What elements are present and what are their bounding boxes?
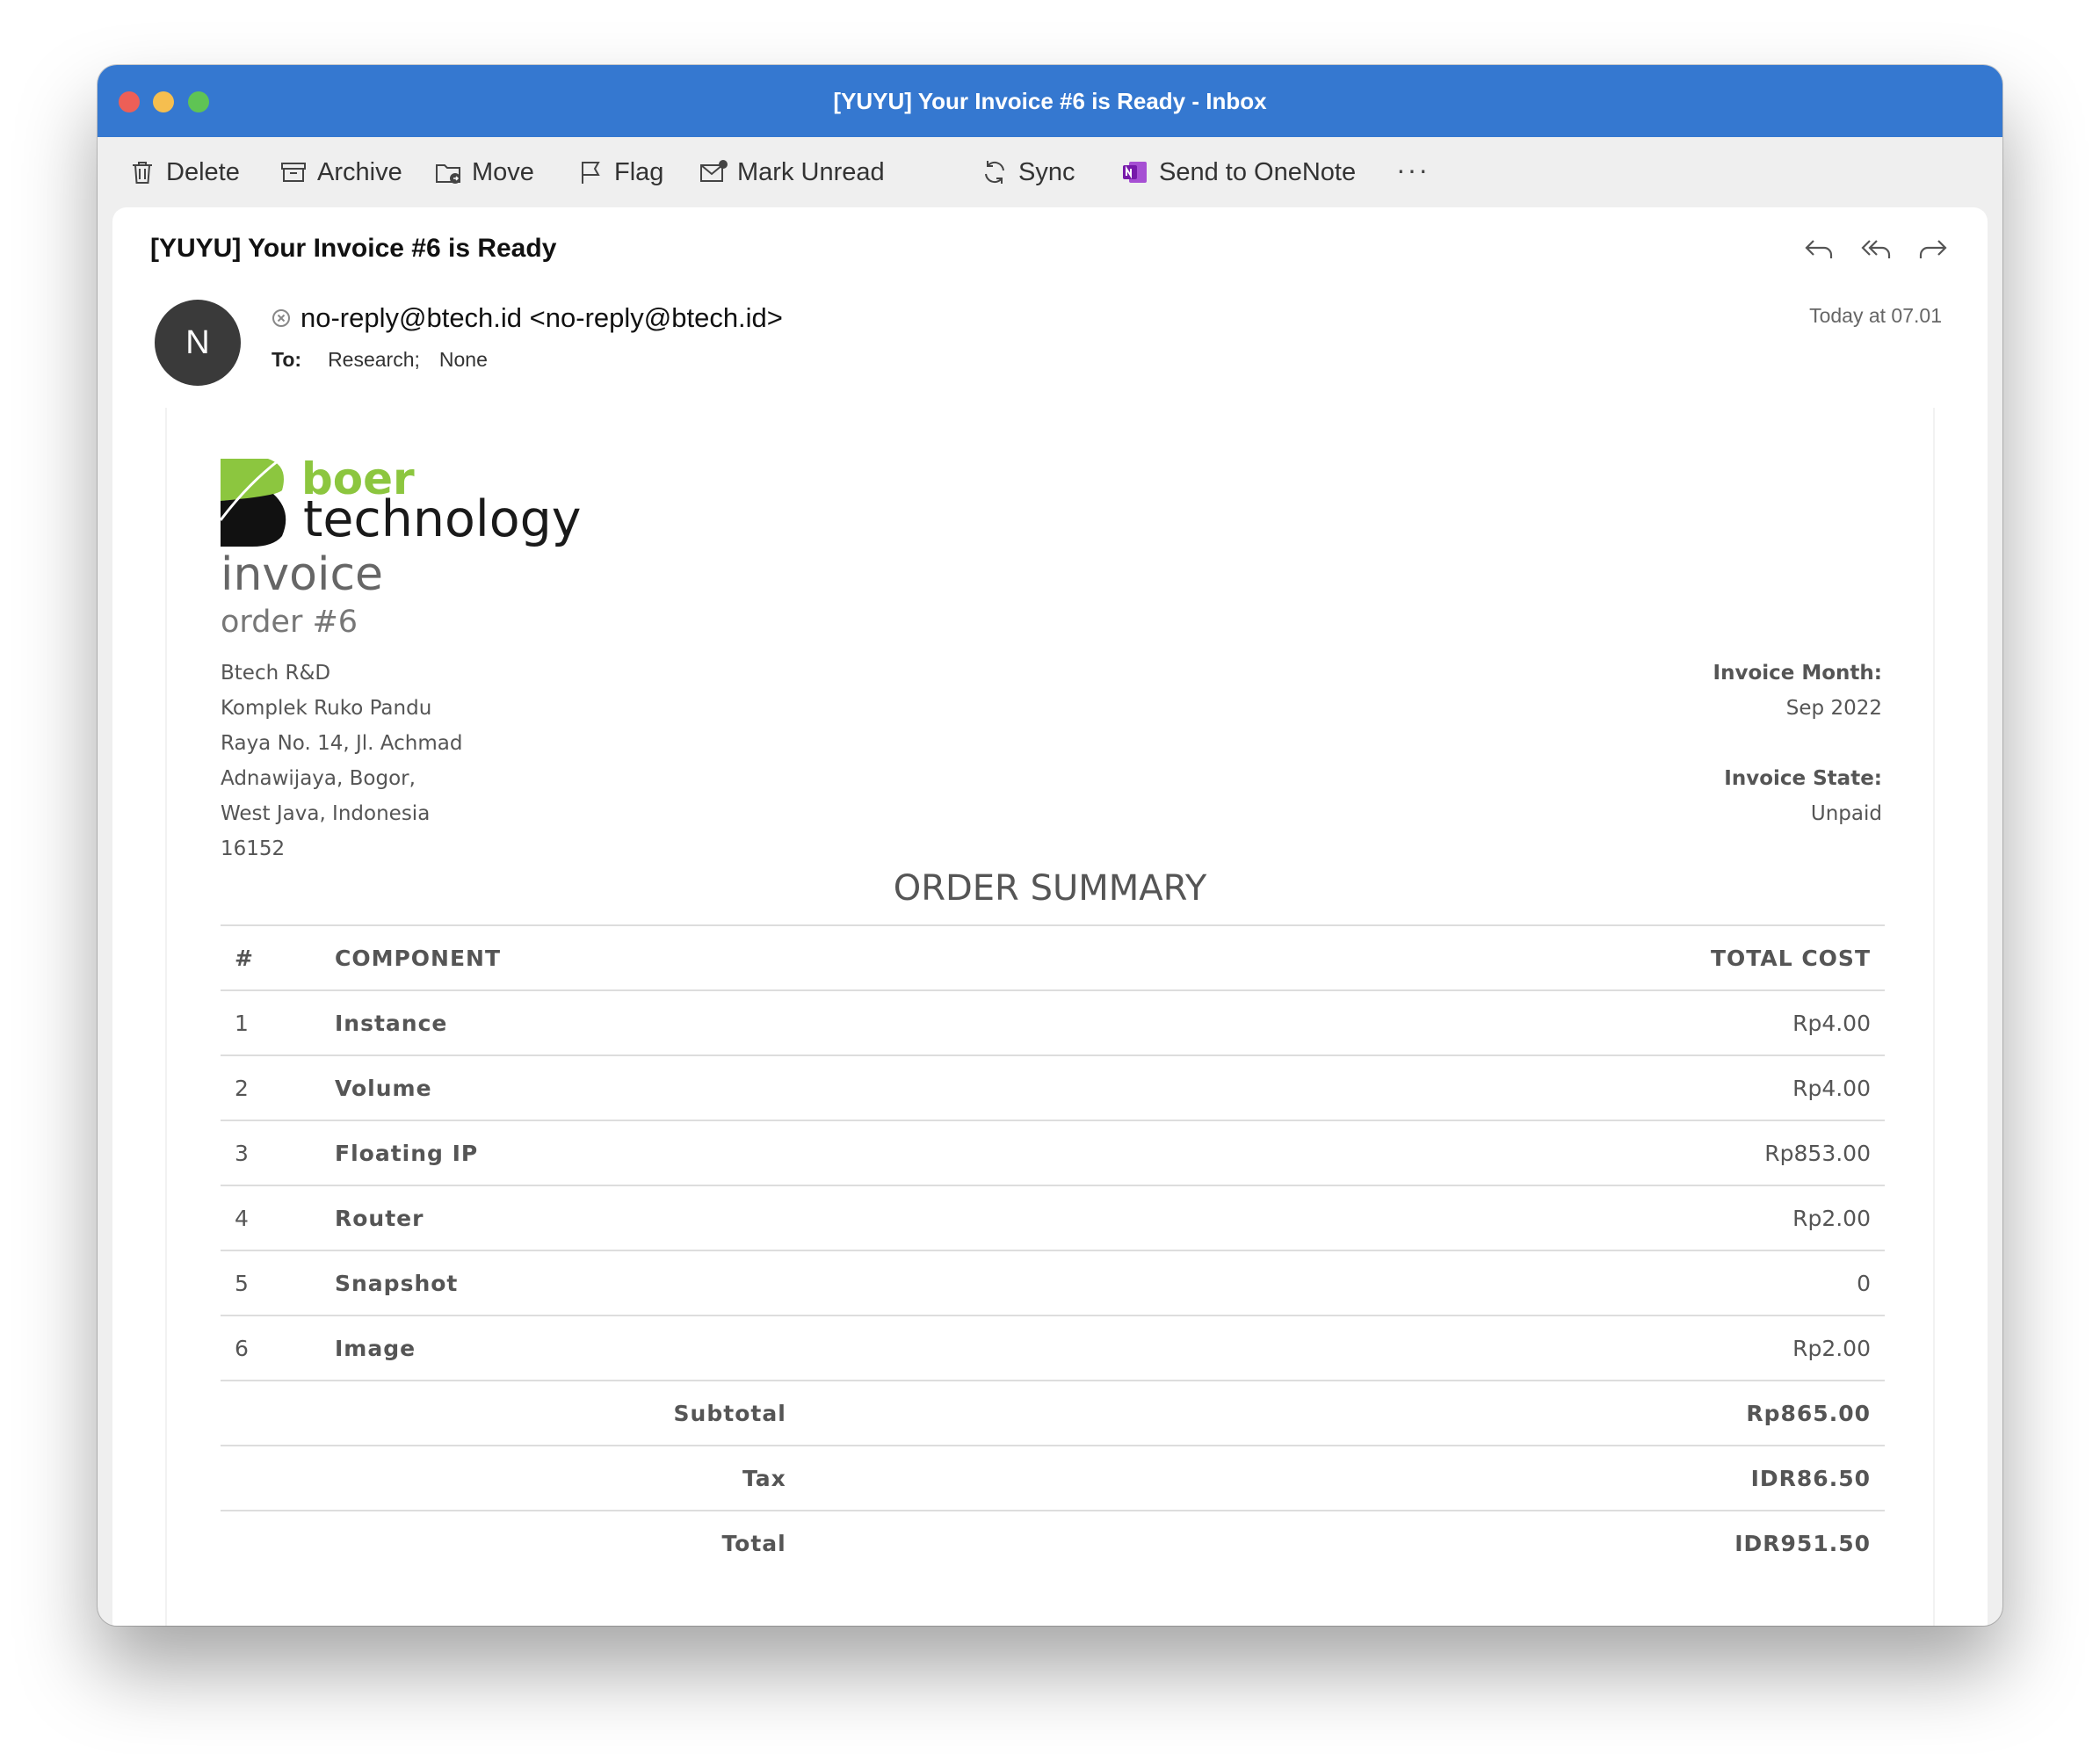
table-row: 6 Image Rp2.00: [221, 1315, 1885, 1381]
recipient[interactable]: None: [439, 348, 488, 372]
reply-icon[interactable]: [1801, 232, 1838, 267]
forward-icon[interactable]: [1914, 232, 1951, 267]
invoice-heading: invoice: [221, 548, 384, 601]
total-value: IDR951.50: [786, 1510, 1885, 1576]
address-line: 16152: [221, 837, 286, 860]
row-cost: 0: [786, 1250, 1885, 1316]
invoice-state-label: Invoice State:: [1724, 767, 1882, 790]
order-number: order #6: [221, 605, 358, 640]
archive-label: Archive: [317, 157, 402, 186]
row-number: 3: [221, 1120, 335, 1185]
reply-all-icon[interactable]: [1857, 232, 1894, 267]
row-component: Image: [335, 1315, 786, 1381]
flag-icon: [582, 162, 600, 184]
mail-window: [YUYU] Your Invoice #6 is Ready - Inbox …: [98, 65, 2002, 1626]
message-subject: [YUYU] Your Invoice #6 is Ready: [150, 234, 557, 263]
order-summary-title: ORDER SUMMARY: [893, 868, 1207, 909]
row-cost: Rp2.00: [786, 1315, 1885, 1381]
row-cost: Rp853.00: [786, 1120, 1885, 1185]
row-component: Volume: [335, 1055, 786, 1120]
archive-icon: [281, 163, 306, 182]
trash-icon: [133, 162, 152, 184]
sync-label: Sync: [1018, 157, 1075, 186]
recipient[interactable]: Research;: [328, 348, 420, 372]
window-title: [YUYU] Your Invoice #6 is Ready - Inbox: [833, 88, 1267, 114]
invoice-month-value: Sep 2022: [1785, 697, 1882, 720]
table-row: 2 Volume Rp4.00: [221, 1055, 1885, 1120]
table-row: 1 Instance Rp4.00: [221, 989, 1885, 1055]
logo-word-technology: technology: [303, 490, 582, 548]
table-row: 4 Router Rp2.00: [221, 1185, 1885, 1250]
mark-unread-button[interactable]: Mark Unread: [699, 137, 885, 207]
invoice-month-label: Invoice Month:: [1713, 662, 1882, 685]
column-header-number: #: [221, 924, 335, 990]
sync-icon: [985, 161, 1004, 184]
invoice-meta: Invoice Month: Sep 2022 Invoice State: U…: [1713, 656, 1882, 831]
reading-pane: [YUYU] Your Invoice #6 is Ready N no-rep…: [112, 207, 1988, 1626]
delete-button[interactable]: Delete: [127, 137, 240, 207]
more-options-button[interactable]: ···: [1396, 137, 1430, 207]
row-cost: Rp4.00: [786, 1055, 1885, 1120]
address-line: Raya No. 14, Jl. Achmad: [221, 732, 463, 755]
email-body: boer technology invoice order #6 Btech R…: [165, 408, 1935, 1626]
table-header-row: # COMPONENT TOTAL COST: [221, 924, 1885, 990]
leaf-logo-icon: [221, 459, 286, 547]
avatar: N: [155, 300, 241, 386]
tax-label: Tax: [335, 1445, 786, 1511]
onenote-label: Send to OneNote: [1159, 157, 1357, 186]
row-component: Snapshot: [335, 1250, 786, 1316]
row-number: 4: [221, 1185, 335, 1250]
order-summary-table: # COMPONENT TOTAL COST 1 Instance Rp4.00…: [221, 924, 1885, 1576]
envelope-unread-icon: [700, 160, 728, 182]
row-component: Floating IP: [335, 1120, 786, 1185]
move-button[interactable]: Move: [433, 137, 534, 207]
invoice-state-value: Unpaid: [1810, 802, 1882, 825]
title-bar: [YUYU] Your Invoice #6 is Ready - Inbox: [98, 65, 2002, 137]
send-to-onenote-button[interactable]: Send to OneNote: [1120, 137, 1356, 207]
total-row: Total IDR951.50: [221, 1510, 1885, 1576]
toolbar: Delete Archive Move Flag Mark Unread Syn…: [98, 137, 2002, 207]
flag-label: Flag: [614, 157, 664, 186]
row-cost: Rp2.00: [786, 1185, 1885, 1250]
table-row: 3 Floating IP Rp853.00: [221, 1120, 1885, 1185]
sender-line: no-reply@btech.id <no-reply@btech.id>: [271, 302, 783, 334]
mark-unread-label: Mark Unread: [737, 157, 885, 186]
sync-button[interactable]: Sync: [980, 137, 1075, 207]
company-logo: boer technology: [221, 453, 582, 550]
address-line: Adnawijaya, Bogor,: [221, 767, 416, 790]
address-line: Btech R&D: [221, 662, 331, 685]
subtotal-value: Rp865.00: [786, 1380, 1885, 1446]
row-component: Instance: [335, 989, 786, 1055]
subtotal-row: Subtotal Rp865.00: [221, 1380, 1885, 1446]
message-date: Today at 07.01: [1809, 304, 1942, 327]
sender-address[interactable]: no-reply@btech.id <no-reply@btech.id>: [301, 302, 783, 334]
column-header-component: COMPONENT: [335, 924, 786, 990]
reply-actions: [1801, 232, 1951, 267]
column-header-total-cost: TOTAL COST: [786, 924, 1885, 990]
tax-value: IDR86.50: [786, 1445, 1885, 1511]
to-label: To:: [272, 348, 302, 371]
billing-address: Btech R&D Komplek Ruko Pandu Raya No. 14…: [221, 656, 462, 866]
tax-row: Tax IDR86.50: [221, 1445, 1885, 1511]
move-label: Move: [472, 157, 534, 186]
flag-button[interactable]: Flag: [576, 137, 663, 207]
onenote-icon: [1123, 162, 1147, 183]
row-component: Router: [335, 1185, 786, 1250]
row-number: 2: [221, 1055, 335, 1120]
address-line: Komplek Ruko Pandu: [221, 697, 432, 720]
row-number: 6: [221, 1315, 335, 1381]
remove-sender-icon[interactable]: [271, 308, 292, 329]
delete-label: Delete: [166, 157, 240, 186]
archive-button[interactable]: Archive: [279, 137, 402, 207]
address-line: West Java, Indonesia: [221, 802, 431, 825]
table-row: 5 Snapshot 0: [221, 1250, 1885, 1316]
folder-move-icon: [436, 164, 460, 184]
subtotal-label: Subtotal: [335, 1380, 786, 1446]
total-label: Total: [335, 1510, 786, 1576]
row-cost: Rp4.00: [786, 989, 1885, 1055]
row-number: 5: [221, 1250, 335, 1316]
recipients-line: To: Research; None: [272, 348, 488, 372]
row-number: 1: [221, 989, 335, 1055]
